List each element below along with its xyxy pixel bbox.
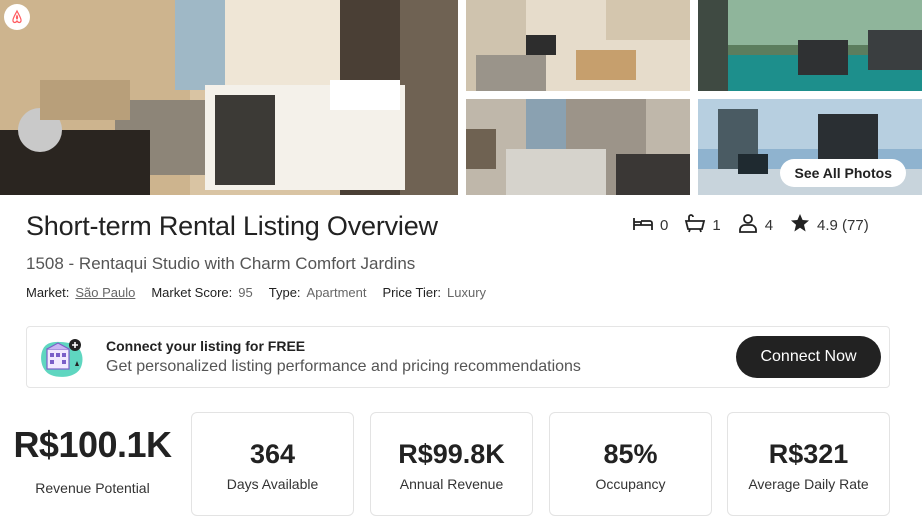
connect-now-button[interactable]: Connect Now [736, 336, 881, 378]
metric-value: R$99.8K [398, 439, 505, 469]
revenue-potential-label: Revenue Potential [35, 480, 150, 496]
listing-meta: Market: São Paulo Market Score: 95 Type: Ap… [26, 285, 486, 300]
stat-bedrooms-value: 0 [660, 216, 669, 234]
metric-card-days-available: 364 Days Available [191, 412, 354, 516]
stat-rating: 4.9 (77) [789, 213, 869, 237]
metric-label: Annual Revenue [399, 476, 504, 492]
meta-tier: Price Tier: Luxury [383, 285, 487, 300]
stat-bathrooms: 1 [684, 213, 721, 237]
listing-connect-illustration-icon [37, 335, 87, 381]
stat-rating-value: 4.9 (77) [817, 216, 869, 234]
metric-label: Days Available [226, 476, 319, 492]
meta-score: Market Score: 95 [151, 285, 252, 300]
photo-main-bedroom[interactable] [0, 0, 458, 195]
listing-stats: 0 1 4 4.9 (77) [632, 213, 869, 237]
meta-tier-value: Luxury [447, 285, 487, 300]
metric-card-occupancy: 85% Occupancy [549, 412, 712, 516]
stat-guests: 4 [737, 213, 773, 237]
meta-score-label: Market Score: [151, 285, 233, 300]
revenue-potential-value: R$100.1K [13, 424, 172, 465]
metric-label: Average Daily Rate [748, 476, 869, 492]
meta-score-value: 95 [238, 285, 253, 300]
star-icon [789, 213, 811, 237]
meta-tier-label: Price Tier: [382, 285, 442, 300]
meta-type: Type: Apartment [269, 285, 367, 300]
meta-type-label: Type: [268, 285, 301, 300]
revenue-potential: R$100.1K Revenue Potential [10, 424, 175, 496]
photo-balcony[interactable] [698, 0, 922, 91]
metric-label: Occupancy [595, 476, 666, 492]
bed-icon [632, 213, 654, 237]
photo-living-area[interactable] [466, 0, 690, 91]
stat-bathrooms-value: 1 [712, 216, 721, 234]
meta-type-value: Apartment [306, 285, 367, 300]
meta-market-label: Market: [26, 285, 70, 300]
stat-guests-value: 4 [764, 216, 774, 234]
metric-value: 85% [603, 439, 658, 469]
meta-market: Market: São Paulo [26, 285, 135, 300]
listing-name: 1508 - Rentaqui Studio with Charm Comfor… [26, 254, 416, 273]
photo-bedroom-wide[interactable] [466, 99, 690, 195]
metric-value: R$321 [768, 439, 849, 469]
connect-listing-banner: Connect your listing for FREE Get person… [26, 326, 890, 388]
metric-value: 364 [249, 439, 296, 469]
banner-title: Connect your listing for FREE [106, 338, 306, 354]
person-icon [737, 213, 759, 237]
metric-card-average-daily-rate: R$321 Average Daily Rate [727, 412, 890, 516]
page-title: Short-term Rental Listing Overview [26, 211, 438, 241]
market-link[interactable]: São Paulo [75, 285, 135, 300]
banner-subtitle: Get personalized listing performance and… [106, 358, 581, 375]
bathtub-icon [684, 213, 706, 237]
metric-card-annual-revenue: R$99.8K Annual Revenue [370, 412, 533, 516]
stat-bedrooms: 0 [632, 213, 668, 237]
airbnb-logo-icon [4, 4, 30, 30]
see-all-photos-button[interactable]: See All Photos [780, 159, 906, 187]
photo-gallery[interactable]: See All Photos [0, 0, 922, 195]
